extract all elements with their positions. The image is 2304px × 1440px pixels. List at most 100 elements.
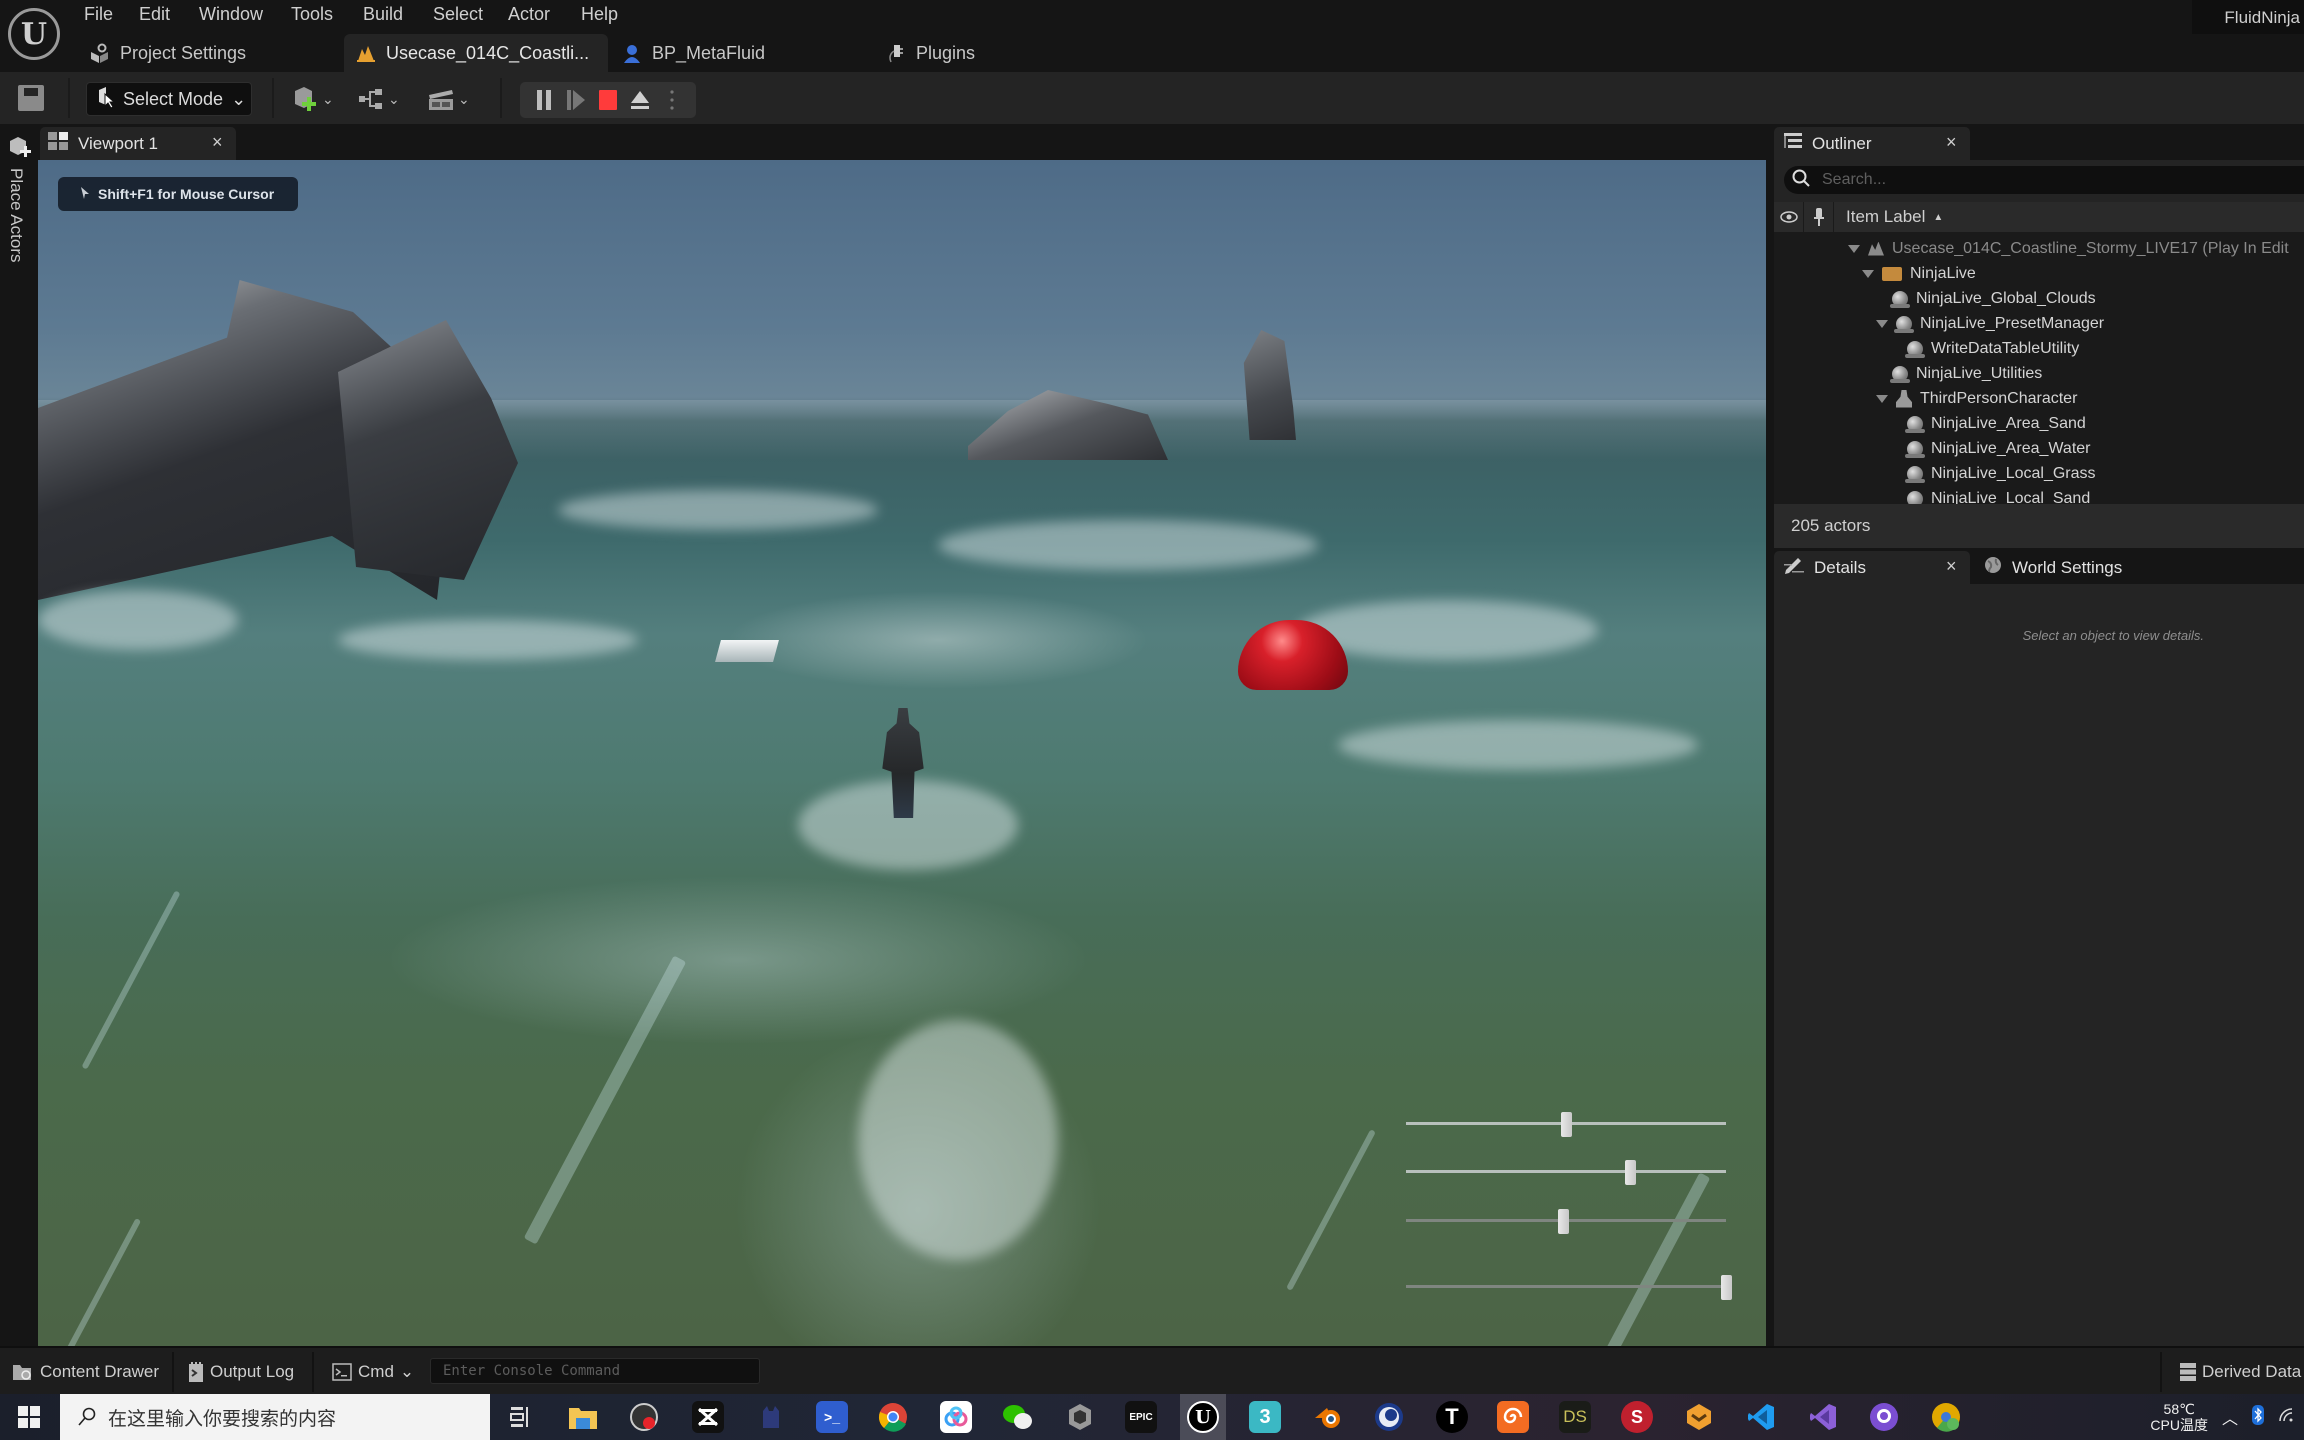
outliner-row[interactable]: NinjaLive bbox=[1862, 261, 1976, 286]
stop-icon[interactable] bbox=[595, 87, 621, 113]
viewport-3d-scene[interactable]: Shift+F1 for Mouse Cursor bbox=[38, 160, 1766, 1346]
place-actors-tab[interactable]: Place Actors bbox=[6, 168, 26, 263]
save-icon[interactable] bbox=[18, 85, 44, 111]
outliner-column-header: Item Label ▲ bbox=[1774, 202, 2304, 232]
wifi-icon[interactable] bbox=[2278, 1407, 2296, 1428]
task-view-icon[interactable] bbox=[504, 1401, 536, 1433]
tab-project-settings[interactable]: Project Settings bbox=[78, 34, 258, 72]
wechat-icon[interactable] bbox=[1002, 1401, 1034, 1433]
tab-level[interactable]: Usecase_014C_Coastli... bbox=[344, 34, 608, 72]
chrome-icon[interactable] bbox=[877, 1401, 909, 1433]
pin-column[interactable] bbox=[1804, 202, 1834, 232]
step-icon[interactable] bbox=[563, 87, 589, 113]
tab-world-settings[interactable]: World Settings bbox=[1974, 551, 2174, 584]
more-icon[interactable] bbox=[659, 87, 685, 113]
obs-icon[interactable] bbox=[628, 1401, 660, 1433]
unreal-engine-taskbar-icon[interactable]: U bbox=[1180, 1394, 1226, 1440]
fluid-slider-3[interactable] bbox=[1406, 1209, 1726, 1234]
slider-knob[interactable] bbox=[1561, 1112, 1572, 1137]
bluetooth-icon[interactable] bbox=[2252, 1404, 2264, 1430]
unreal-logo-icon[interactable]: U bbox=[8, 8, 60, 60]
outliner-row[interactable]: NinjaLive_Global_Clouds bbox=[1890, 286, 2096, 311]
eject-icon[interactable] bbox=[627, 87, 653, 113]
marmoset-icon[interactable] bbox=[1683, 1401, 1715, 1433]
houdini-icon[interactable] bbox=[1497, 1401, 1529, 1433]
tab-viewport-1[interactable]: Viewport 1 × bbox=[40, 127, 236, 160]
outliner-row[interactable]: Usecase_014C_Coastline_Stormy_LIVE17 (Pl… bbox=[1848, 236, 2289, 261]
blender-icon[interactable] bbox=[1312, 1401, 1344, 1433]
fluid-slider-1[interactable] bbox=[1406, 1112, 1726, 1137]
add-actor-button[interactable]: ⌄ bbox=[292, 84, 334, 114]
menu-window[interactable]: Window bbox=[199, 4, 263, 25]
3ds-max-icon[interactable]: 3 bbox=[1249, 1401, 1281, 1433]
outliner-row[interactable]: NinjaLive_Local_Grass bbox=[1905, 461, 2096, 486]
tray-expand-icon[interactable]: ︿ bbox=[2222, 1405, 2238, 1429]
fluid-slider-4[interactable] bbox=[1406, 1275, 1732, 1300]
menu-help[interactable]: Help bbox=[581, 4, 618, 25]
content-drawer-button[interactable]: Content Drawer bbox=[12, 1358, 159, 1386]
tab-details[interactable]: Details × bbox=[1774, 551, 1970, 584]
visibility-column[interactable] bbox=[1774, 202, 1804, 232]
cat-app-icon[interactable] bbox=[755, 1401, 787, 1433]
outliner-row[interactable]: NinjaLive_PresetManager bbox=[1876, 311, 2104, 336]
tab-outliner[interactable]: Outliner × bbox=[1774, 127, 1970, 160]
expand-arrow-icon[interactable] bbox=[1848, 244, 1860, 253]
expand-arrow-icon[interactable] bbox=[1862, 269, 1874, 278]
tab-label: Usecase_014C_Coastli... bbox=[386, 42, 590, 63]
menu-actor[interactable]: Actor bbox=[508, 4, 550, 25]
menu-file[interactable]: File bbox=[84, 4, 113, 25]
slider-knob[interactable] bbox=[1721, 1275, 1732, 1300]
outliner-row[interactable]: NinjaLive_Area_Sand bbox=[1905, 411, 2086, 436]
close-icon[interactable]: × bbox=[212, 132, 223, 153]
substance-designer-icon[interactable]: DS bbox=[1559, 1401, 1591, 1433]
vscode-icon[interactable] bbox=[1745, 1401, 1777, 1433]
substance-painter-icon[interactable]: S bbox=[1621, 1401, 1653, 1433]
capcut-icon[interactable] bbox=[692, 1401, 724, 1433]
details-empty-message: Select an object to view details. bbox=[2022, 628, 2204, 643]
github-desktop-icon[interactable] bbox=[1868, 1401, 1900, 1433]
powershell-icon[interactable]: >_ bbox=[816, 1401, 848, 1433]
character-icon bbox=[1896, 389, 1912, 408]
visual-studio-icon[interactable] bbox=[1807, 1401, 1839, 1433]
pause-icon[interactable] bbox=[531, 87, 557, 113]
tab-bp-metafluid[interactable]: BP_MetaFluid bbox=[610, 34, 777, 72]
menu-tools[interactable]: Tools bbox=[291, 4, 333, 25]
item-label-column[interactable]: Item Label ▲ bbox=[1834, 207, 1943, 227]
epic-games-icon[interactable]: EPIC bbox=[1125, 1401, 1157, 1433]
select-mode-dropdown[interactable]: Select Mode ⌄ bbox=[86, 82, 252, 116]
blueprint-graph-button[interactable]: ⌄ bbox=[358, 84, 400, 114]
slider-knob[interactable] bbox=[1557, 1209, 1569, 1234]
derived-data-button[interactable]: Derived Data bbox=[2180, 1358, 2301, 1386]
outliner-row[interactable]: WriteDataTableUtility bbox=[1905, 336, 2080, 361]
typora-icon[interactable]: T bbox=[1436, 1401, 1468, 1433]
tab-plugins[interactable]: Plugins bbox=[874, 34, 987, 72]
outliner-search-input[interactable]: Search... bbox=[1784, 166, 2304, 194]
outliner-row-label: WriteDataTableUtility bbox=[1931, 339, 2080, 357]
output-log-button[interactable]: Output Log bbox=[188, 1358, 294, 1386]
menu-build[interactable]: Build bbox=[363, 4, 403, 25]
expand-arrow-icon[interactable] bbox=[1876, 394, 1888, 403]
menu-select[interactable]: Select bbox=[433, 4, 483, 25]
taskbar-search-input[interactable]: 在这里输入你要搜索的内容 bbox=[60, 1394, 490, 1440]
cinema4d-icon[interactable] bbox=[1373, 1401, 1405, 1433]
chrome-canary-icon[interactable] bbox=[1930, 1401, 1962, 1433]
windows-start-icon[interactable] bbox=[18, 1406, 40, 1428]
file-explorer-icon[interactable] bbox=[567, 1401, 599, 1433]
unity-icon[interactable] bbox=[1064, 1401, 1096, 1433]
cmd-dropdown[interactable]: Cmd ⌄ bbox=[332, 1358, 414, 1386]
slider-knob[interactable] bbox=[1625, 1160, 1636, 1185]
fluid-slider-2[interactable] bbox=[1406, 1160, 1726, 1185]
cpu-temperature[interactable]: 58℃ CPU温度 bbox=[2150, 1401, 2208, 1433]
menu-edit[interactable]: Edit bbox=[139, 4, 170, 25]
outliner-row[interactable]: NinjaLive_Utilities bbox=[1890, 361, 2042, 386]
status-divider bbox=[312, 1352, 314, 1392]
place-actors-icon[interactable] bbox=[8, 136, 32, 163]
close-icon[interactable]: × bbox=[1946, 556, 1957, 577]
console-command-input[interactable]: Enter Console Command bbox=[430, 1358, 760, 1384]
cinematics-button[interactable]: ⌄ bbox=[428, 84, 470, 114]
expand-arrow-icon[interactable] bbox=[1876, 319, 1888, 328]
close-icon[interactable]: × bbox=[1946, 132, 1957, 153]
outliner-row[interactable]: NinjaLive_Area_Water bbox=[1905, 436, 2090, 461]
baidu-netdisk-icon[interactable] bbox=[940, 1401, 972, 1433]
outliner-row[interactable]: ThirdPersonCharacter bbox=[1876, 386, 2077, 411]
